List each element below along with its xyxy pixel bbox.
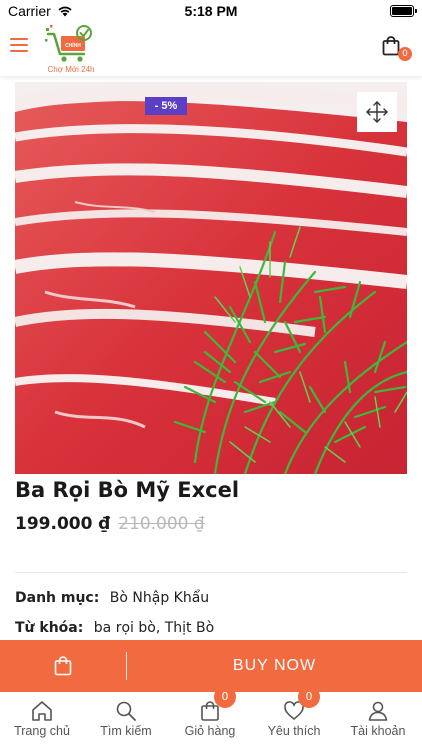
bottom-tab-bar: Trang chủ Tìm kiếm 0 Giỏ hàng 0 Yêu thíc… [0,686,422,750]
menu-button[interactable] [10,38,28,54]
buy-now-button[interactable]: BUY NOW [127,640,422,692]
favorites-tab-badge: 0 [298,686,320,708]
app-logo[interactable]: CHÍNH Chợ Mới 24h [44,24,98,74]
current-price: 199.000 ₫ [15,514,111,534]
battery-icon [390,5,417,17]
product-photo [15,82,407,474]
tab-favorites-label: Yêu thích [267,724,321,738]
cart-tab-badge: 0 [214,686,236,708]
cart-count-badge: 0 [398,47,412,61]
search-icon [116,701,136,721]
discount-badge: - 5% [145,97,187,115]
status-bar: Carrier 5:18 PM [0,0,422,22]
tab-search[interactable]: Tìm kiếm [84,692,168,750]
keywords-value[interactable]: ba rọi bò, Thịt Bò [94,620,214,636]
tab-home[interactable]: Trang chủ [0,692,84,750]
tab-search-label: Tìm kiếm [100,724,152,738]
logo-text: Chợ Mới 24h [47,65,95,74]
app-header: CHÍNH Chợ Mới 24h 0 [0,22,422,76]
home-icon [32,701,52,721]
tab-home-label: Trang chủ [14,724,70,738]
tab-cart[interactable]: 0 Giỏ hàng [168,686,252,750]
status-time: 5:18 PM [184,3,238,19]
keywords-row: Từ khóa: ba rọi bò, Thịt Bò [15,620,214,636]
info-divider [15,572,407,573]
svg-text:CHÍNH: CHÍNH [65,41,81,49]
tab-account[interactable]: Tài khoản [336,692,420,750]
expand-image-button[interactable] [357,92,397,132]
category-value[interactable]: Bò Nhập Khẩu [110,590,209,606]
price-row: 199.000 ₫ 210.000 ₫ [15,514,205,534]
tab-cart-label: Giỏ hàng [184,724,236,738]
bag-icon [54,656,72,676]
logo-cart-icon: CHÍNH [45,25,92,62]
purchase-action-bar: BUY NOW [0,640,422,692]
move-arrows-icon [366,101,388,123]
product-title: Ba Rọi Bò Mỹ Excel [15,478,240,502]
category-label: Danh mục: [15,590,100,606]
tab-favorites[interactable]: 0 Yêu thích [252,686,336,750]
tab-account-label: Tài khoản [350,724,406,738]
category-row: Danh mục: Bò Nhập Khẩu [15,590,209,606]
keywords-label: Từ khóa: [15,620,84,636]
add-to-cart-button[interactable] [0,640,126,692]
original-price: 210.000 ₫ [118,514,205,534]
user-icon [368,701,388,721]
product-image[interactable] [15,82,407,474]
menu-icon [10,38,28,40]
